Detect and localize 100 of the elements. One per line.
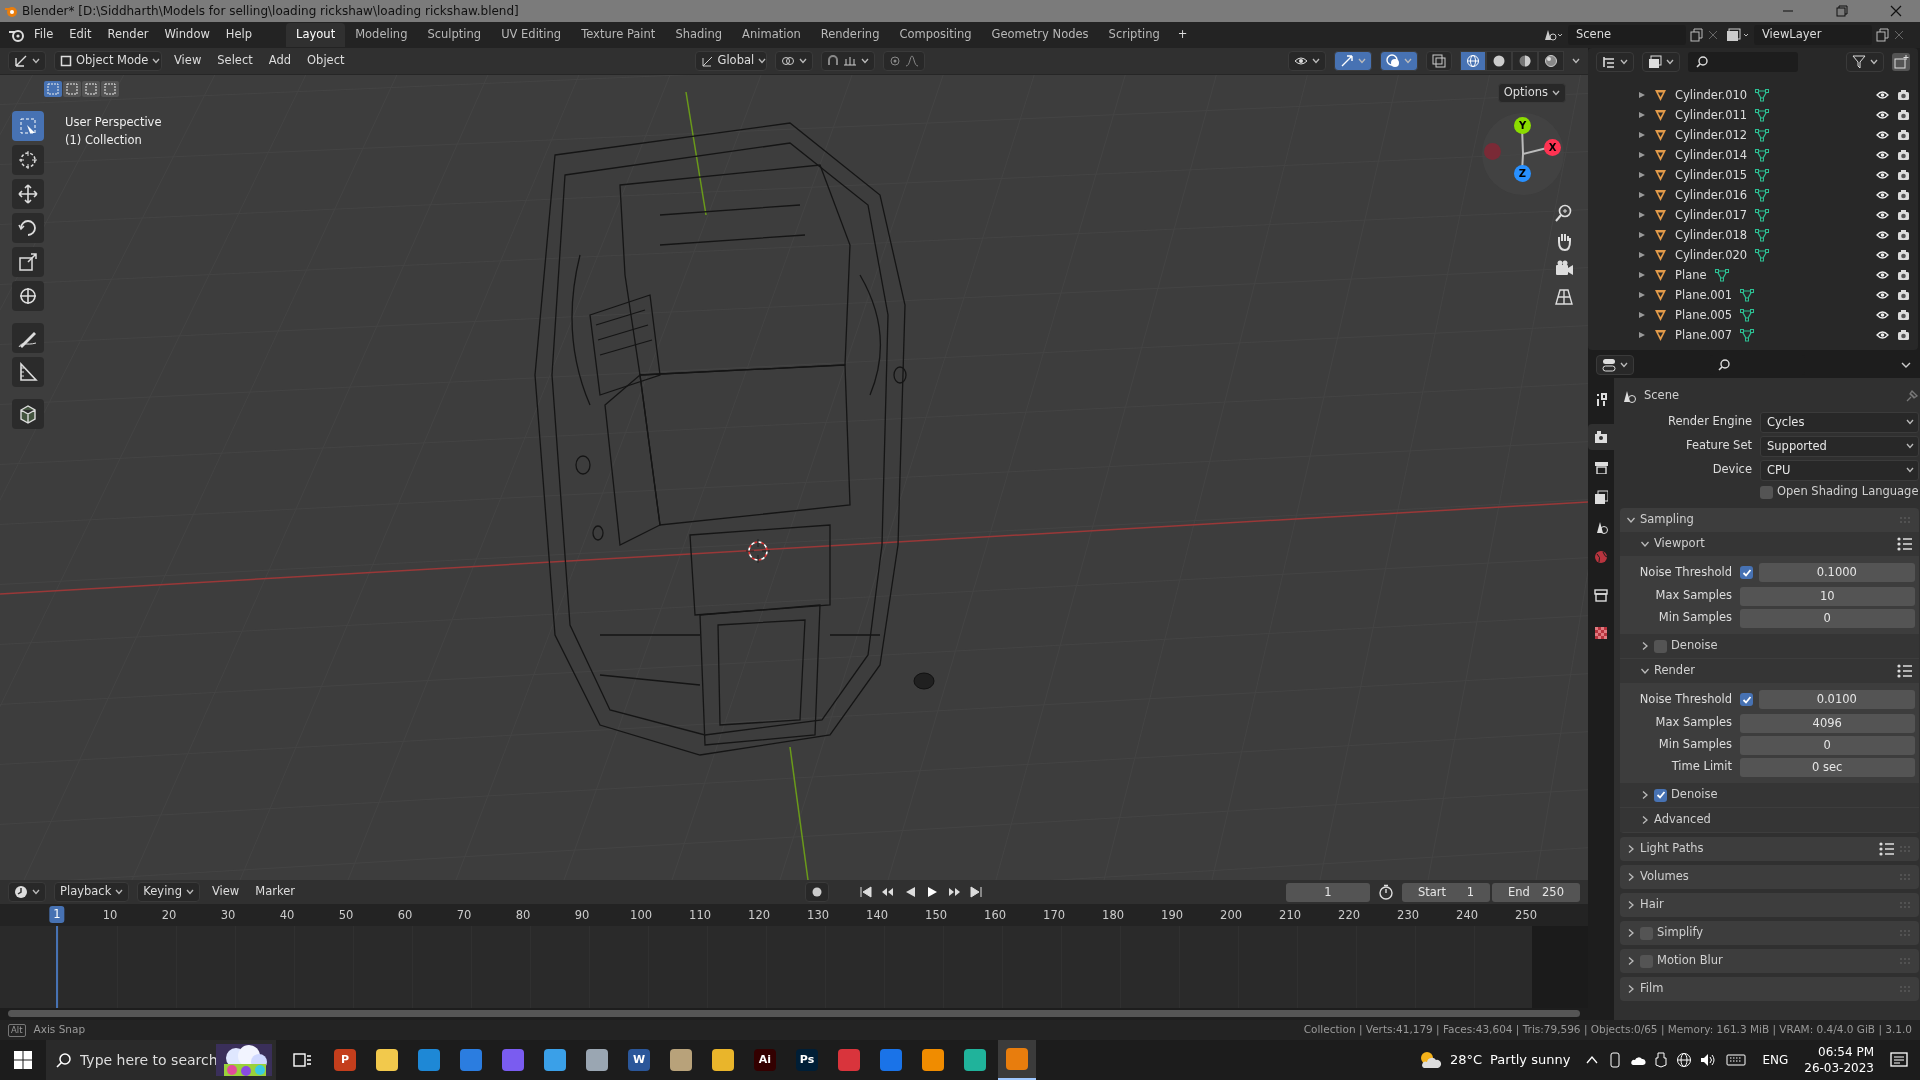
editor-type-button[interactable] bbox=[1596, 355, 1634, 375]
panel-header[interactable]: Light Paths bbox=[1620, 837, 1919, 861]
panel-header[interactable]: Simplify bbox=[1620, 921, 1919, 945]
close-icon[interactable] bbox=[1708, 30, 1718, 40]
subpanel-header[interactable]: Denoise bbox=[1620, 783, 1919, 807]
chevron-up-icon[interactable] bbox=[1586, 1055, 1599, 1065]
selector-field[interactable]: ViewLayer bbox=[1754, 25, 1872, 45]
panel-header[interactable]: Volumes bbox=[1620, 865, 1919, 889]
start-frame-field[interactable]: Start 1 bbox=[1402, 882, 1490, 902]
mesh-data-icon[interactable] bbox=[1755, 228, 1770, 242]
record-button[interactable] bbox=[805, 882, 829, 902]
blender-logo-icon[interactable] bbox=[8, 27, 26, 43]
workspace-tab[interactable]: Compositing bbox=[889, 23, 982, 47]
eye-icon[interactable] bbox=[1876, 310, 1889, 320]
mesh-data-icon[interactable] bbox=[1755, 148, 1770, 162]
menu-item[interactable]: Add bbox=[264, 52, 296, 70]
shading-button[interactable] bbox=[1486, 51, 1512, 71]
axis-ball[interactable]: Z bbox=[1514, 165, 1531, 182]
menu-item[interactable]: Select bbox=[213, 52, 257, 70]
notification-icon[interactable] bbox=[1890, 1051, 1908, 1069]
scale-tool-button[interactable] bbox=[12, 247, 44, 277]
eye-icon[interactable] bbox=[1876, 230, 1889, 240]
copy-icon[interactable] bbox=[1876, 28, 1890, 42]
eye-icon[interactable] bbox=[1876, 330, 1889, 340]
expand-arrow-icon[interactable] bbox=[1638, 251, 1646, 259]
eye-icon[interactable] bbox=[1876, 250, 1889, 260]
object-name[interactable]: Cylinder.018 bbox=[1675, 225, 1748, 245]
editor-type-button[interactable] bbox=[8, 882, 46, 902]
rotate-tool-button[interactable] bbox=[12, 213, 44, 243]
object-name[interactable]: Plane.007 bbox=[1675, 325, 1733, 345]
number-field[interactable]: 0 bbox=[1740, 608, 1915, 628]
object-name[interactable]: Plane bbox=[1675, 265, 1707, 285]
menu-item[interactable]: View bbox=[207, 883, 244, 901]
expand-arrow-icon[interactable] bbox=[1638, 191, 1646, 199]
object-name[interactable]: Cylinder.020 bbox=[1675, 245, 1748, 265]
camera-icon[interactable] bbox=[1897, 89, 1910, 101]
overlay-button[interactable] bbox=[1380, 51, 1418, 71]
number-field[interactable]: 0 sec bbox=[1740, 757, 1915, 777]
camera-icon[interactable] bbox=[1897, 209, 1910, 221]
axis-ball[interactable]: X bbox=[1544, 139, 1561, 156]
camera-icon[interactable] bbox=[1897, 329, 1910, 341]
copy-icon[interactable] bbox=[1690, 28, 1704, 42]
play-icon[interactable] bbox=[925, 885, 939, 899]
subpanel-header[interactable]: Render bbox=[1620, 659, 1919, 683]
add-workspace-button[interactable]: + bbox=[1169, 26, 1196, 44]
camera-icon[interactable] bbox=[1897, 249, 1910, 261]
number-field[interactable]: 0 bbox=[1740, 735, 1915, 755]
expand-arrow-icon[interactable] bbox=[1638, 331, 1646, 339]
pin-icon[interactable] bbox=[1904, 389, 1919, 403]
measure-tool-button[interactable] bbox=[12, 357, 44, 387]
eye-icon[interactable] bbox=[1876, 290, 1889, 300]
zoom-icon[interactable] bbox=[1554, 203, 1574, 223]
annotate-tool-button[interactable] bbox=[12, 323, 44, 353]
panel-header[interactable]: Film bbox=[1620, 977, 1919, 1001]
device-icon[interactable] bbox=[1608, 1052, 1623, 1068]
workspace-tab[interactable]: Texture Paint bbox=[571, 23, 666, 47]
menu-item[interactable]: Object bbox=[303, 52, 349, 70]
expand-arrow-icon[interactable] bbox=[1638, 111, 1646, 119]
mesh-data-icon[interactable] bbox=[1755, 168, 1770, 182]
workspace-tab[interactable]: Rendering bbox=[810, 23, 890, 47]
number-field[interactable]: 10 bbox=[1740, 586, 1915, 606]
menu-dropdown[interactable]: Keying bbox=[137, 882, 200, 902]
subpanel-header[interactable]: Advanced bbox=[1620, 808, 1919, 832]
proportional-edit-button[interactable] bbox=[882, 51, 925, 71]
presets-icon[interactable] bbox=[1896, 664, 1913, 678]
playhead[interactable]: 1 bbox=[49, 906, 65, 924]
workspace-tab[interactable]: UV Editing bbox=[491, 23, 572, 47]
workspace-tab[interactable]: Layout bbox=[286, 23, 346, 47]
perspective-grid-icon[interactable] bbox=[1554, 287, 1574, 307]
checkbox[interactable] bbox=[1654, 788, 1667, 802]
cloud-icon[interactable] bbox=[1630, 1054, 1647, 1066]
selector-field[interactable]: Scene bbox=[1568, 25, 1686, 45]
expand-arrow-icon[interactable] bbox=[1638, 151, 1646, 159]
shading-button[interactable] bbox=[1460, 51, 1486, 71]
selection-mode-icon[interactable] bbox=[44, 81, 62, 97]
number-field[interactable]: 0.0100 bbox=[1759, 690, 1915, 709]
menu-item[interactable]: View bbox=[170, 52, 206, 70]
visibility-button[interactable] bbox=[1288, 51, 1326, 71]
options-dropdown[interactable]: Options bbox=[1497, 83, 1566, 103]
taskbar-app[interactable] bbox=[998, 1040, 1036, 1080]
expand-arrow-icon[interactable] bbox=[1638, 291, 1646, 299]
panel-header[interactable]: Sampling bbox=[1620, 508, 1919, 532]
checkbox[interactable] bbox=[1740, 693, 1753, 706]
orientation-dropdown[interactable]: Global bbox=[694, 51, 767, 71]
expand-arrow-icon[interactable] bbox=[1638, 231, 1646, 239]
workspace-tab[interactable]: Geometry Nodes bbox=[981, 23, 1099, 47]
checkbox[interactable] bbox=[1740, 566, 1753, 579]
expand-arrow-icon[interactable] bbox=[1638, 271, 1646, 279]
end-frame-field[interactable]: End 250 bbox=[1492, 882, 1580, 902]
mesh-data-icon[interactable] bbox=[1755, 128, 1770, 142]
restore-icon[interactable] bbox=[1836, 5, 1848, 17]
taskbar-app[interactable]: Ai bbox=[746, 1040, 784, 1080]
eye-icon[interactable] bbox=[1876, 270, 1889, 280]
navigation-gizmo[interactable]: Y X Z bbox=[1482, 113, 1564, 195]
camera-icon[interactable] bbox=[1897, 189, 1910, 201]
language-indicator[interactable]: ENG bbox=[1762, 1051, 1789, 1069]
mode-dropdown[interactable]: Object Mode bbox=[54, 51, 162, 71]
current-frame-field[interactable]: 1 bbox=[1286, 882, 1370, 902]
menu-item[interactable]: Help bbox=[217, 26, 261, 44]
expand-arrow-icon[interactable] bbox=[1638, 171, 1646, 179]
